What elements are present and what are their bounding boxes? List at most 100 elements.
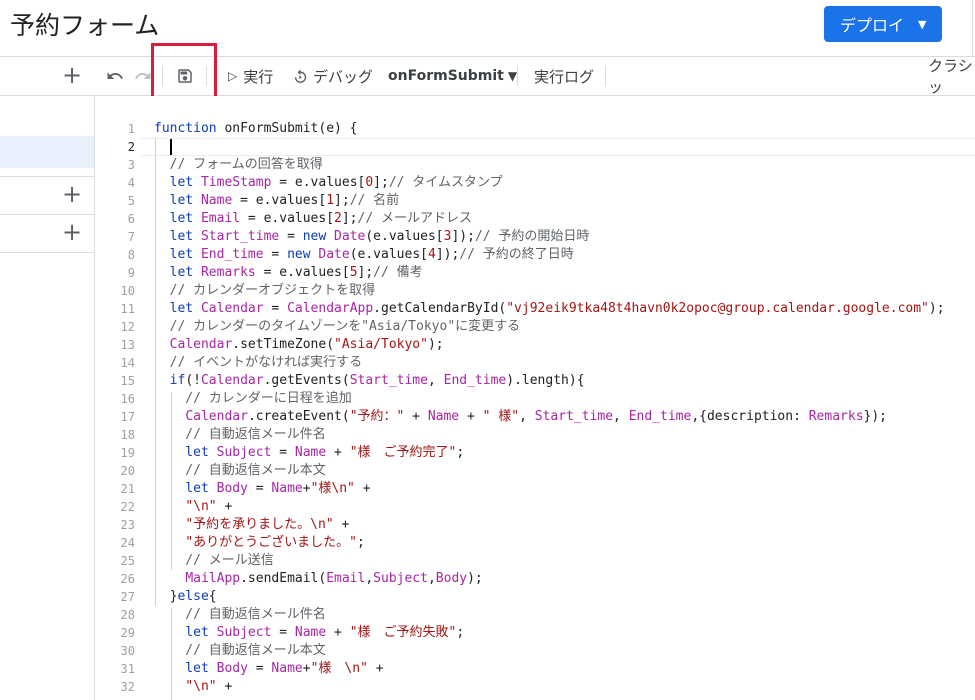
deploy-button[interactable]: デプロイ ▼ xyxy=(824,6,942,42)
code-line[interactable]: // 自動返信メール件名 xyxy=(154,606,945,624)
code-token: let xyxy=(154,301,201,316)
line-number: 17 xyxy=(120,410,135,424)
code-token: Name xyxy=(271,661,303,676)
code-line[interactable]: MailApp.sendEmail(Email,Subject,Body); xyxy=(154,570,945,588)
code-content[interactable]: function onFormSubmit(e) { // フォームの回答を取得… xyxy=(154,120,945,696)
code-token: // フォームの回答を取得 xyxy=(154,157,323,172)
code-line[interactable]: Calendar.setTimeZone("Asia/Tokyo"); xyxy=(154,336,945,354)
code-line[interactable]: "\n" + xyxy=(154,498,945,516)
line-number: 18 xyxy=(120,428,135,442)
line-number: 23 xyxy=(120,518,135,532)
code-line[interactable]: "予約を承りました。\n" + xyxy=(154,516,945,534)
code-token: + xyxy=(216,679,233,694)
code-token: Email xyxy=(200,211,241,226)
code-line[interactable]: let TimeStamp = e.values[0];// タイムスタンプ xyxy=(154,174,945,192)
sidebar-item-active-file[interactable] xyxy=(0,136,94,168)
code-token: "様\n" xyxy=(310,481,355,496)
line-number: 4 xyxy=(127,176,135,190)
code-line[interactable]: Calendar.createEvent("予約：" + Name + " 様"… xyxy=(154,408,945,426)
code-line[interactable]: let Email = e.values[2];// メールアドレス xyxy=(154,210,945,228)
code-line[interactable]: let Calendar = CalendarApp.getCalendarBy… xyxy=(154,300,945,318)
code-token: let xyxy=(154,265,201,280)
code-line[interactable]: // 自動返信メール本文 xyxy=(154,642,945,660)
code-token: // 予約の開始日時 xyxy=(474,229,590,244)
code-token: ).length){ xyxy=(506,373,585,388)
divider xyxy=(972,0,973,56)
code-token: = e.values[ xyxy=(255,265,350,280)
code-token: Start_time xyxy=(534,409,614,424)
code-token: }); xyxy=(863,409,888,424)
add-service-icon[interactable]: + xyxy=(62,220,82,244)
code-token: + xyxy=(216,499,233,514)
code-token: Name xyxy=(271,481,303,496)
line-number: 11 xyxy=(120,302,135,316)
code-token: End_time xyxy=(628,409,692,424)
code-line[interactable]: function onFormSubmit(e) { xyxy=(154,120,945,138)
code-line[interactable]: // 自動返信メール本文 xyxy=(154,462,945,480)
code-line[interactable]: if(!Calendar.getEvents(Start_time, End_t… xyxy=(154,372,945,390)
code-token: " 様" xyxy=(482,409,520,424)
undo-icon[interactable] xyxy=(106,57,124,95)
add-library-icon[interactable]: + xyxy=(62,182,82,206)
code-line[interactable]: let Name = e.values[1];// 名前 xyxy=(154,192,945,210)
code-line[interactable]: // カレンダーに日程を追加 xyxy=(154,390,945,408)
code-token: let xyxy=(154,229,201,244)
redo-icon[interactable] xyxy=(134,57,152,95)
code-token: ]; xyxy=(357,265,374,280)
code-token: Calendar xyxy=(200,301,264,316)
code-line[interactable]: let Start_time = new Date(e.values[3]);/… xyxy=(154,228,945,246)
code-token: // 名前 xyxy=(349,193,400,208)
code-line[interactable]: let Body = Name+"様\n" + xyxy=(154,480,945,498)
add-file-icon[interactable]: + xyxy=(62,63,82,87)
classic-editor-button[interactable]: クラシッ xyxy=(928,57,975,96)
code-line[interactable]: }else{ xyxy=(154,588,945,606)
code-token: + xyxy=(326,625,350,640)
code-token: "様 \n" xyxy=(310,661,368,676)
code-line[interactable]: let Subject = Name + "様 ご予約失敗"; xyxy=(154,624,945,642)
code-token: let xyxy=(154,193,201,208)
top-bar: 予約フォーム デプロイ ▼ xyxy=(0,0,975,57)
code-token: = xyxy=(271,445,295,460)
execution-log-button[interactable]: 実行ログ xyxy=(534,57,594,95)
code-token: End_time xyxy=(200,247,264,262)
line-number: 21 xyxy=(120,482,135,496)
sidebar-services-row: + xyxy=(0,220,94,246)
code-editor[interactable]: 1 2 3 4 5 6 7 8 9 10 11 12 13 14 15 16 17 18 19 20 21 22 23 24 2… xyxy=(95,96,975,700)
code-line[interactable]: "\n" + xyxy=(154,678,945,696)
code-token: Subject xyxy=(373,571,428,586)
code-token: ,{description: xyxy=(691,409,809,424)
code-token: = xyxy=(247,481,272,496)
code-line[interactable]: // 自動返信メール件名 xyxy=(154,426,945,444)
code-token: let xyxy=(154,481,217,496)
code-token: // イベントがなければ実行する xyxy=(154,355,363,370)
code-line[interactable]: // カレンダーのタイムゾーンを"Asia/Tokyo"に変更する xyxy=(154,318,945,336)
code-line[interactable]: let End_time = new Date(e.values[4]);// … xyxy=(154,246,945,264)
code-line[interactable]: let Remarks = e.values[5];// 備考 xyxy=(154,264,945,282)
code-line[interactable]: let Subject = Name + "様 ご予約完了"; xyxy=(154,444,945,462)
classic-editor-label: クラシッ xyxy=(928,57,973,96)
code-token: if xyxy=(154,373,186,388)
code-token: + xyxy=(326,445,350,460)
code-token: Remarks xyxy=(808,409,864,424)
code-token: "予約：" xyxy=(349,409,405,424)
code-line[interactable]: "ありがとうございました。"; xyxy=(154,534,945,552)
code-token: let xyxy=(154,211,201,226)
code-line[interactable]: // カレンダーオブジェクトを取得 xyxy=(154,282,945,300)
function-select[interactable]: onFormSubmit ▼ xyxy=(388,57,517,95)
debug-button[interactable]: デバッグ xyxy=(292,57,373,95)
code-token: Name xyxy=(294,625,327,640)
code-line[interactable] xyxy=(154,138,945,156)
sidebar-libraries-row: + xyxy=(0,182,94,208)
code-token: = xyxy=(247,661,272,676)
code-line[interactable]: let Body = Name+"様 \n" + xyxy=(154,660,945,678)
code-line[interactable]: // メール送信 xyxy=(154,552,945,570)
run-button[interactable]: ▷ 実行 xyxy=(228,57,273,95)
code-token: Name xyxy=(294,445,327,460)
project-title[interactable]: 予約フォーム xyxy=(10,6,159,42)
code-line[interactable]: // フォームの回答を取得 xyxy=(154,156,945,174)
code-token: + xyxy=(302,481,311,496)
code-line[interactable]: // イベントがなければ実行する xyxy=(154,354,945,372)
code-token: ); xyxy=(467,571,483,586)
